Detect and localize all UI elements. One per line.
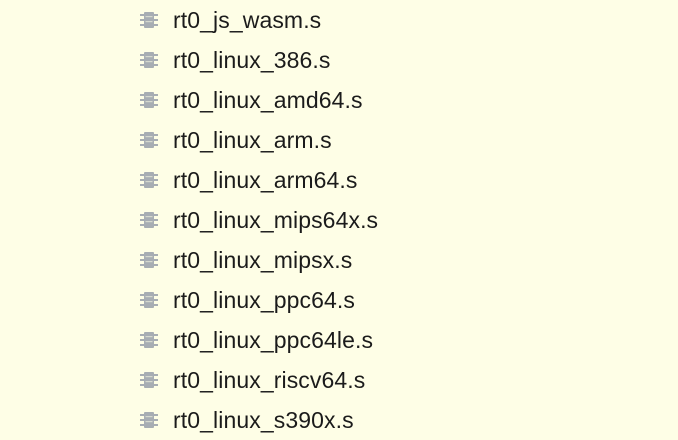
list-item[interactable]: rt0_linux_s390x.s xyxy=(140,404,354,436)
file-icon xyxy=(140,52,158,68)
file-icon xyxy=(140,412,158,428)
file-name: rt0_js_wasm.s xyxy=(173,6,322,33)
list-item[interactable]: rt0_linux_mips64x.s xyxy=(140,204,378,236)
list-item[interactable]: rt0_linux_mipsx.s xyxy=(140,244,352,276)
file-icon xyxy=(140,252,158,268)
file-icon xyxy=(140,132,158,148)
list-item[interactable]: rt0_linux_ppc64le.s xyxy=(140,324,373,356)
file-icon xyxy=(140,332,158,348)
file-name: rt0_linux_riscv64.s xyxy=(173,366,366,393)
list-item[interactable]: rt0_linux_ppc64.s xyxy=(140,284,355,316)
file-icon xyxy=(140,292,158,308)
file-name: rt0_linux_mips64x.s xyxy=(173,206,379,233)
list-item[interactable]: rt0_linux_arm.s xyxy=(140,124,332,156)
file-icon xyxy=(140,92,158,108)
file-name: rt0_linux_s390x.s xyxy=(173,406,354,433)
list-item[interactable]: rt0_linux_amd64.s xyxy=(140,84,363,116)
list-item[interactable]: rt0_js_wasm.s xyxy=(140,4,321,36)
list-item[interactable]: rt0_linux_386.s xyxy=(140,44,331,76)
file-name: rt0_linux_arm.s xyxy=(173,126,332,153)
file-icon xyxy=(140,172,158,188)
file-list: rt0_js_wasm.s rt0_linux_386.s rt0_linux_… xyxy=(0,0,678,440)
file-name: rt0_linux_ppc64.s xyxy=(173,286,355,313)
file-name: rt0_linux_mipsx.s xyxy=(173,246,353,273)
list-item[interactable]: rt0_linux_arm64.s xyxy=(140,164,358,196)
file-name: rt0_linux_amd64.s xyxy=(173,86,363,113)
file-name: rt0_linux_386.s xyxy=(173,46,331,73)
file-icon xyxy=(140,372,158,388)
file-icon xyxy=(140,12,158,28)
file-icon xyxy=(140,212,158,228)
file-name: rt0_linux_arm64.s xyxy=(173,166,358,193)
file-name: rt0_linux_ppc64le.s xyxy=(173,326,374,353)
list-item[interactable]: rt0_linux_riscv64.s xyxy=(140,364,365,396)
